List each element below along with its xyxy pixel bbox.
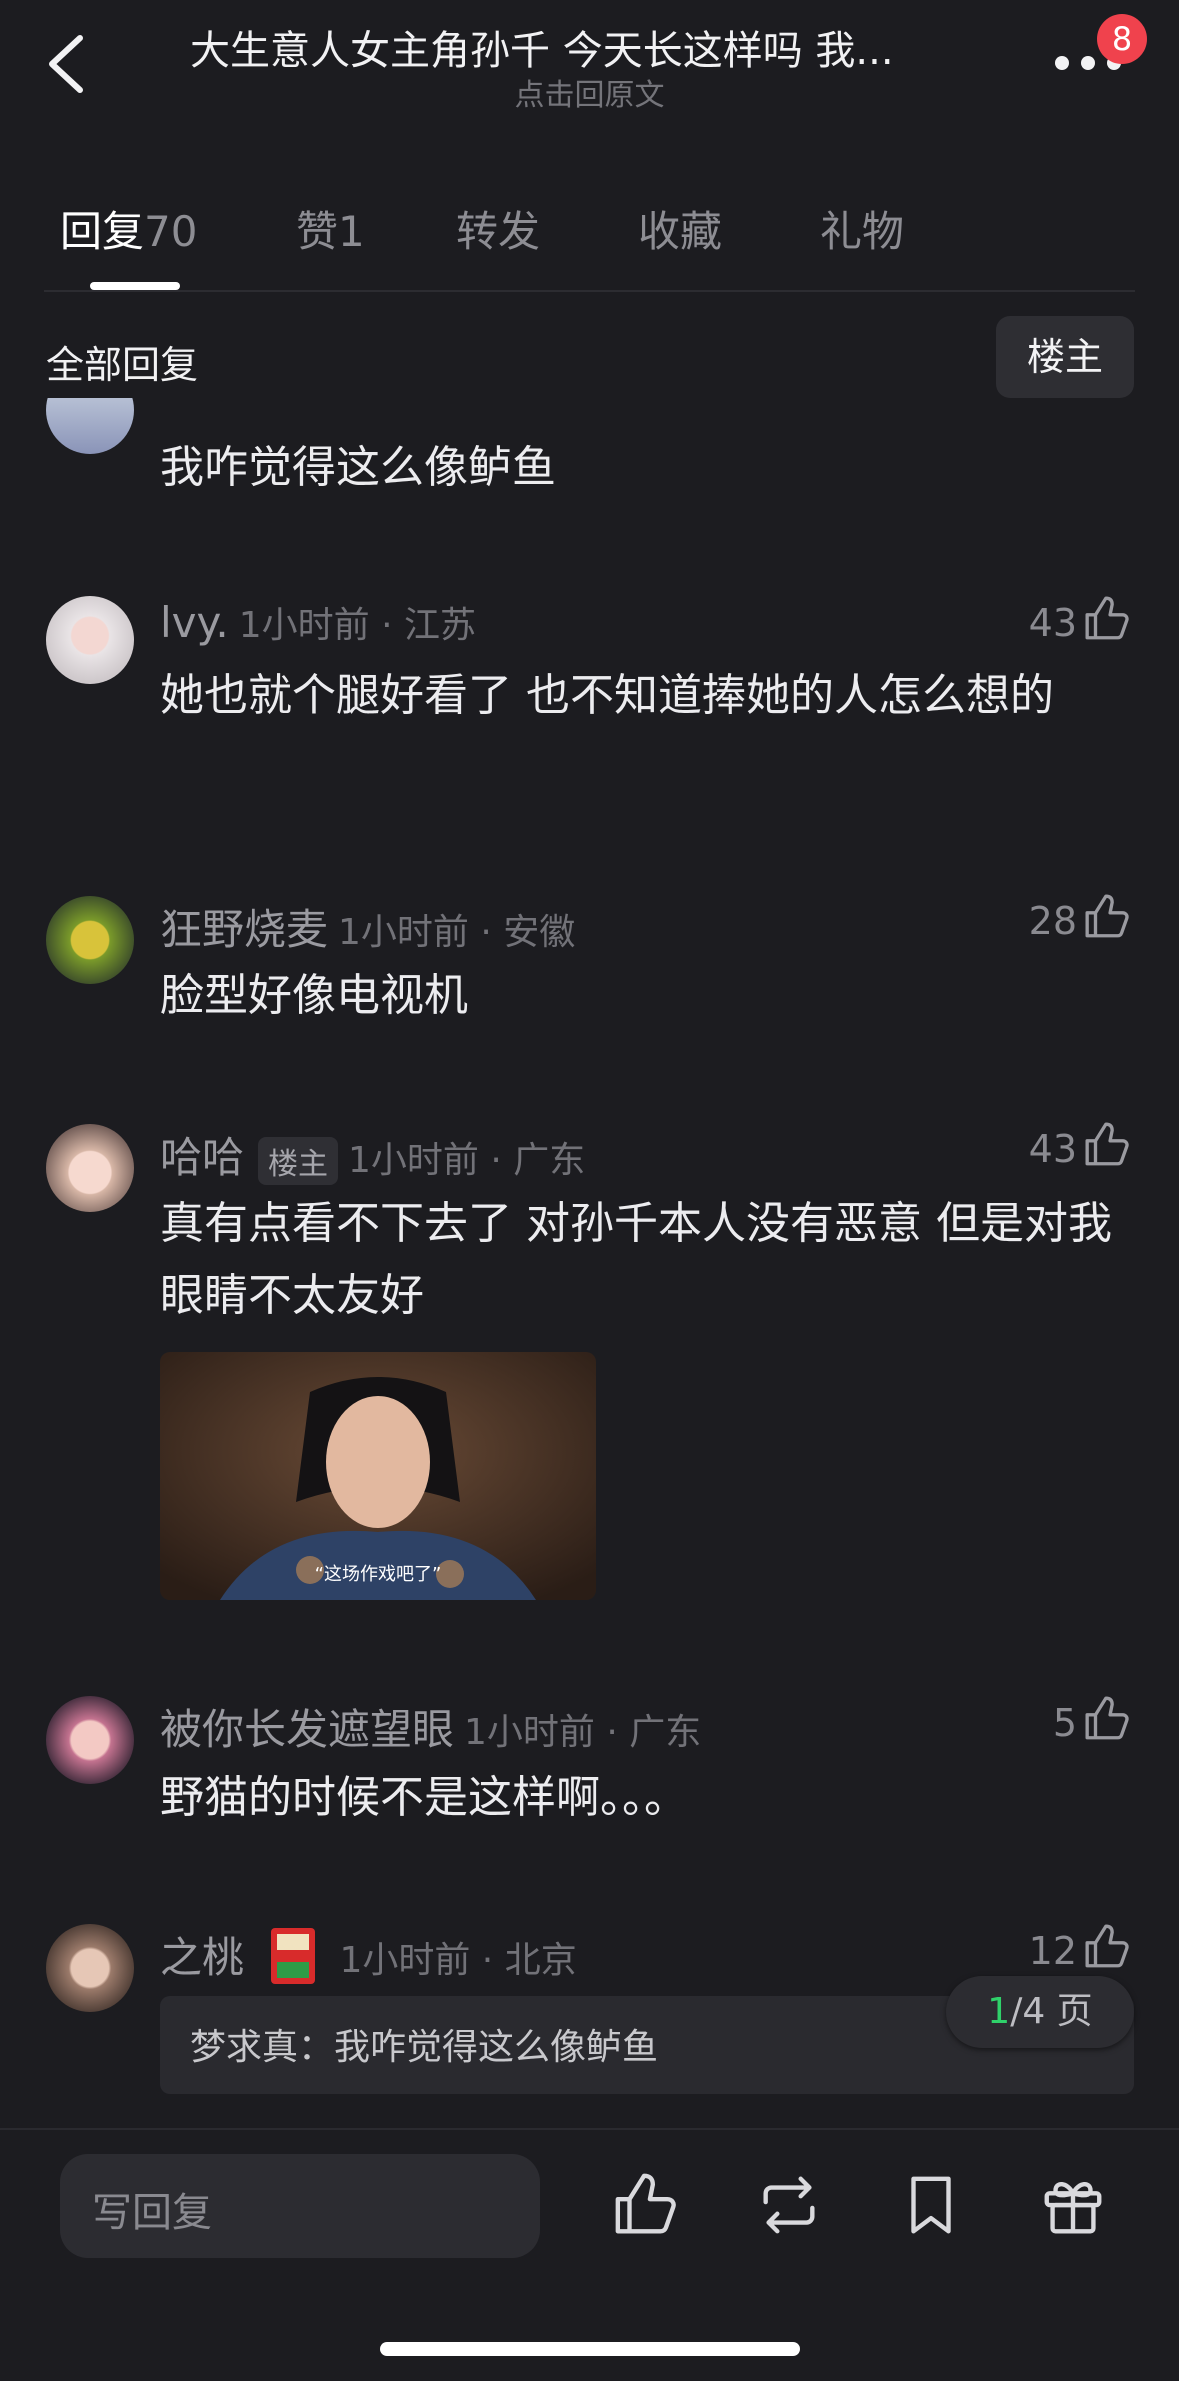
comment-text: 她也就个腿好看了 也不知道捧她的人怎么想的 <box>160 670 1054 721</box>
like-button[interactable]: 12 <box>1029 1922 1133 1973</box>
comment-meta: 1小时前 · 北京 <box>339 1940 577 1981</box>
like-count: 43 <box>1028 601 1077 645</box>
like-icon <box>1085 1122 1129 1166</box>
avatar[interactable] <box>46 1924 134 2012</box>
avatar[interactable] <box>46 1696 134 1784</box>
like-button[interactable]: 28 <box>1029 892 1133 943</box>
avatar[interactable] <box>46 398 134 454</box>
username[interactable]: 狂野烧麦 <box>160 905 328 954</box>
like-count: 28 <box>1028 899 1077 943</box>
like-icon <box>1085 1696 1129 1740</box>
tab-count: 70 <box>144 207 198 256</box>
bookmark-icon[interactable] <box>896 2170 966 2240</box>
tab-count: 1 <box>338 207 365 256</box>
comment-header: 之桃 1小时前 · 北京 <box>160 1924 577 1986</box>
like-button[interactable]: 5 <box>1053 1694 1133 1745</box>
comment-text: 我咋觉得这么像鲈鱼 <box>160 442 556 493</box>
tab-label: 收藏 <box>638 207 723 256</box>
comment-meta: 1小时前 · 广东 <box>464 1712 702 1753</box>
page-indicator[interactable]: 1/4 页 <box>946 1976 1134 2048</box>
comment-text: 真有点看不下去了 对孙千本人没有恶意 但是对我眼睛不太友好 <box>160 1198 1112 1321</box>
like-count: 5 <box>1052 1701 1077 1745</box>
avatar[interactable] <box>46 596 134 684</box>
username[interactable]: lvy. <box>160 598 229 647</box>
post-title[interactable]: 大生意人女主角孙千 今天长这样吗 我... <box>190 18 990 76</box>
avatar[interactable] <box>46 1124 134 1212</box>
divider <box>44 290 1135 292</box>
tab-likes[interactable]: 赞1 <box>296 198 365 259</box>
active-tab-indicator <box>90 282 180 290</box>
op-tag: 楼主 <box>258 1137 339 1185</box>
comment-text: 脸型好像电视机 <box>160 970 468 1021</box>
like-icon <box>1085 596 1129 640</box>
gift-icon[interactable] <box>1038 2170 1108 2240</box>
comment-meta: 1小时前 · 安徽 <box>338 912 576 953</box>
comment-header: 狂野烧麦 1小时前 · 安徽 <box>160 896 575 957</box>
like-button[interactable]: 43 <box>1029 594 1133 645</box>
current-page: 1 <box>987 1991 1011 2032</box>
tab-reposts[interactable]: 转发 <box>456 198 540 259</box>
comment-header: 被你长发遮望眼 1小时前 · 广东 <box>160 1696 701 1757</box>
like-icon <box>1085 894 1129 938</box>
total-pages: /4 页 <box>1010 1991 1093 2032</box>
notification-badge: 8 <box>1097 14 1147 64</box>
comment-meta: 1小时前 · 江苏 <box>238 605 476 646</box>
like-count: 12 <box>1028 1929 1077 1973</box>
comment-image[interactable]: “这场作戏吧了” <box>160 1352 596 1600</box>
tab-label: 回复 <box>60 207 145 256</box>
username[interactable]: 被你长发遮望眼 <box>160 1705 454 1754</box>
tab-replies[interactable]: 回复70 <box>60 198 197 259</box>
like-icon[interactable] <box>612 2170 682 2240</box>
comment-header: 哈哈 楼主 1小时前 · 广东 <box>160 1124 585 1185</box>
reply-input[interactable]: 写回复 <box>60 2154 540 2258</box>
comment-text: 野猫的时候不是这样啊。。。 <box>160 1772 688 1823</box>
like-button[interactable]: 43 <box>1029 1120 1133 1171</box>
quoted-reply-text: 梦求真：我咋觉得这么像鲈鱼 <box>190 2027 659 2068</box>
tab-label: 赞 <box>296 207 339 256</box>
medal-badge-icon <box>270 1928 315 1984</box>
username[interactable]: 之桃 <box>160 1933 244 1982</box>
comment-meta: 1小时前 · 广东 <box>348 1140 586 1181</box>
like-count: 43 <box>1028 1127 1077 1171</box>
home-indicator <box>380 2342 800 2356</box>
tab-label: 礼物 <box>820 207 905 256</box>
all-replies-label[interactable]: 全部回复 <box>46 334 198 389</box>
image-caption: “这场作戏吧了” <box>314 1564 442 1585</box>
tab-label: 转发 <box>456 207 541 256</box>
like-icon <box>1085 1924 1129 1968</box>
tab-gifts[interactable]: 礼物 <box>820 198 904 259</box>
repost-icon[interactable] <box>754 2170 824 2240</box>
op-only-filter-button[interactable]: 楼主 <box>996 316 1134 398</box>
reply-placeholder: 写回复 <box>92 2190 212 2236</box>
comment-header: lvy. 1小时前 · 江苏 <box>160 596 476 648</box>
bottom-action-bar: 写回复 <box>0 2128 1179 2381</box>
avatar[interactable] <box>46 896 134 984</box>
tab-favorites[interactable]: 收藏 <box>638 198 722 259</box>
username[interactable]: 哈哈 <box>160 1133 244 1182</box>
back-to-original-link[interactable]: 点击回原文 <box>0 70 1179 114</box>
